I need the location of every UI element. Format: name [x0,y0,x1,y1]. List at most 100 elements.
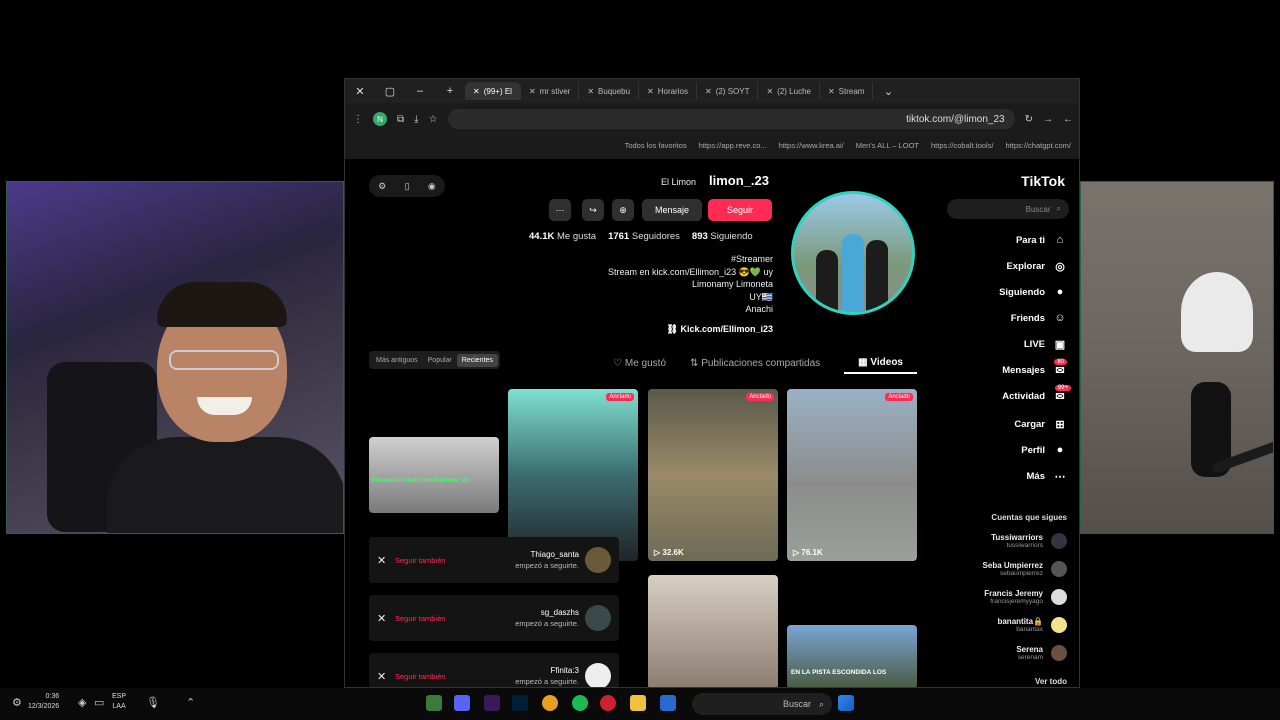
nav-item-friends[interactable]: Friends ☺ [1011,311,1067,325]
windows-start-icon[interactable] [838,695,854,711]
following-account[interactable]: Seba Umpierrez sebaumpierrez [983,561,1067,577]
message-button[interactable]: Mensaje [642,199,702,221]
tab-close-icon[interactable]: ✕ [647,87,654,96]
tab-close-icon[interactable]: ✕ [705,87,712,96]
new-tab-icon[interactable]: + [435,85,465,97]
nav-item-cargar[interactable]: Cargar ⊞ [1014,417,1067,431]
chrome-icon[interactable] [542,695,558,711]
nav-item-perfil[interactable]: Perfil ● [1021,443,1067,457]
spotify-icon[interactable] [572,695,588,711]
follow-back-button[interactable]: Seguir también [395,556,445,565]
folder-icon[interactable] [630,695,646,711]
bookmark[interactable]: https://www.krea.ai/ [779,141,844,150]
maximize-window-icon[interactable]: ▢ [375,85,405,98]
bookmark[interactable]: https://chatgpt.com/ [1006,141,1071,150]
tab-close-icon[interactable]: ✕ [587,87,594,96]
tab-tiktok[interactable]: ✕ (99+) El [465,82,521,100]
video-thumbnail[interactable] [648,575,778,687]
see-all-link[interactable]: Ver todo [1035,677,1067,686]
settings-icon[interactable]: ⚙ [378,181,386,192]
favorite-star-icon[interactable]: ☆ [429,114,438,125]
bookmark[interactable]: Men's ALL – LOOT [856,141,919,150]
nav-item-live[interactable]: LIVE ▣ [1024,337,1067,351]
tab-reposts[interactable]: ⇅ Publicaciones compartidas [690,358,820,369]
add-friend-icon[interactable]: ⊕ [612,199,634,221]
reload-icon[interactable]: ↻ [1025,114,1033,125]
app-icon[interactable] [426,695,442,711]
tab-close-icon[interactable]: ✕ [828,87,835,96]
discord-icon[interactable] [454,695,470,711]
tiktok-logo[interactable]: TikTok [1021,173,1065,189]
video-thumbnail[interactable]: EN LA PISTA ESCONDIDA LOS [787,625,917,687]
sort-oldest[interactable]: Más antiguos [371,354,423,367]
profile-avatar[interactable]: N [373,112,387,126]
share-icon[interactable]: ↪ [582,199,604,221]
extensions-icon[interactable]: ⧉ [397,114,404,125]
tab[interactable]: ✕ Horarios [639,82,697,100]
nav-item-para-ti[interactable]: Para ti ⌂ [1016,233,1067,247]
followers-stat[interactable]: 1761 Seguidores [608,231,680,242]
follow-back-button[interactable]: Seguir también [395,614,445,623]
video-thumbnail[interactable]: Anclado ▷ 76.1K [787,389,917,561]
forward-icon[interactable]: → [1043,114,1053,125]
close-window-icon[interactable]: ✕ [345,85,375,98]
tab-videos[interactable]: ▦ Videos [844,353,917,374]
tab-list-icon[interactable]: ⌄ [873,85,903,98]
settings-icon[interactable]: ⚙ [12,696,22,709]
device-icon[interactable]: ▯ [405,181,410,192]
close-icon[interactable]: ✕ [377,554,386,567]
language-indicator[interactable]: ESP LAA [112,692,126,712]
downloads-icon[interactable]: ⤓ [414,114,418,125]
battery-icon[interactable]: ▭ [94,696,104,709]
tab-liked[interactable]: ♡ Me gustó [613,358,666,369]
chevron-up-icon[interactable]: ⌃ [186,696,195,709]
tab[interactable]: ✕ Stream [820,82,874,100]
wifi-icon[interactable]: ◈ [78,696,86,709]
follow-button[interactable]: Seguir [708,199,772,221]
tab-close-icon[interactable]: ✕ [473,87,480,96]
nav-item-mas[interactable]: Más ⋯ [1027,469,1067,483]
tab[interactable]: ✕ (2) Luche [758,82,820,100]
follow-back-button[interactable]: Seguir también [395,672,445,681]
sort-popular[interactable]: Popular [423,354,457,367]
tab[interactable]: ✕ Buquebu [579,82,640,100]
sort-recent[interactable]: Recientes [456,353,498,367]
back-icon[interactable]: ← [1063,114,1073,125]
bookmark[interactable]: https://cobalt.tools/ [931,141,994,150]
address-bar[interactable]: tiktok.com/@limon_23 [447,109,1015,129]
user-icon[interactable]: ◉ [428,181,436,192]
bookmark[interactable]: https://app.reve.co... [699,141,767,150]
close-icon[interactable]: ✕ [377,670,386,683]
minimize-window-icon[interactable]: – [405,85,435,97]
taskbar-clock[interactable]: 0:36 12/3/2026 [28,692,59,712]
tab-close-icon[interactable]: ✕ [766,87,773,96]
search-input[interactable]: Buscar ⌕ [947,199,1069,219]
tab[interactable]: ✕ mr stiver [521,82,580,100]
following-account[interactable]: Francis Jeremy francisjeremyyago [984,589,1067,605]
bookmark-all-favorites[interactable]: Todos los favoritos [625,141,687,150]
video-thumbnail[interactable]: Anclado ▷ 32.6K [648,389,778,561]
following-account[interactable]: Tussiwarriors tussiwarriors [991,533,1067,549]
nav-item-siguiendo[interactable]: Siguiendo ● [999,285,1067,299]
following-stat[interactable]: 893 Siguiendo [692,231,753,242]
tab-close-icon[interactable]: ✕ [529,87,536,96]
video-thumbnail[interactable]: Anclado [508,389,638,561]
more-options-icon[interactable]: ⋯ [549,199,571,221]
obs-icon[interactable] [600,695,616,711]
taskbar-search[interactable]: Buscar ⌕ [692,693,832,715]
menu-icon[interactable]: ⋮ [353,114,363,125]
close-icon[interactable]: ✕ [377,612,386,625]
mail-icon[interactable] [660,695,676,711]
microphone-icon[interactable]: 🎙 [146,696,160,709]
profile-link[interactable]: ⛓ Kick.com/Ellimon_i23 [667,324,773,335]
following-account[interactable]: Serena serenam [1016,645,1067,661]
tab[interactable]: ✕ (2) SOYT [697,82,759,100]
photoshop-icon[interactable] [512,695,528,711]
nav-item-mensajes[interactable]: Mensajes ✉ [1002,363,1067,377]
nav-item-actividad[interactable]: Actividad ✉ [1002,389,1067,403]
nav-label: Explorar [1006,260,1045,272]
nav-item-explorar[interactable]: Explorar ◎ [1006,259,1067,273]
premiere-icon[interactable] [484,695,500,711]
video-thumbnail[interactable]: Stream en kick.com/Ellimon_i23 [369,437,499,513]
following-account[interactable]: banantita🔒 banantax [997,617,1067,633]
